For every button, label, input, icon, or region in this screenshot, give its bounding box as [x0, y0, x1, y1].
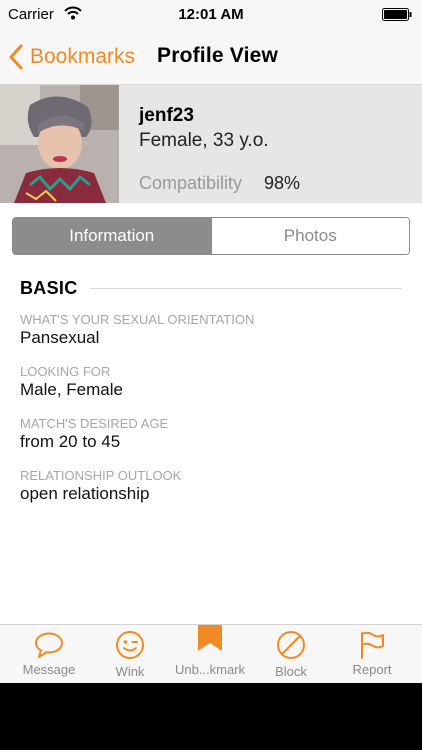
- avatar-photo: [0, 85, 119, 203]
- tab-label: Wink: [115, 664, 145, 679]
- field-value: Pansexual: [20, 328, 100, 347]
- section-title: BASIC: [20, 278, 78, 298]
- gender-age: Female, 33 y.o.: [139, 130, 269, 151]
- field-label: WHAT'S YOUR SEXUAL ORIENTATION: [20, 312, 255, 327]
- tab-bar: Message Wink Unb...kmark Block Report: [0, 624, 422, 683]
- tab-message[interactable]: Message: [7, 625, 91, 683]
- compatibility-value: 98%: [264, 173, 301, 193]
- chat-bubble-icon: [35, 632, 63, 658]
- tab-label: Unb...kmark: [174, 662, 246, 677]
- back-chevron-icon: [9, 44, 23, 70]
- tab-wink[interactable]: Wink: [88, 625, 172, 683]
- compatibility-label: Compatibility: [139, 173, 243, 193]
- wink-face-icon: [116, 631, 144, 659]
- clock: 12:01 AM: [178, 6, 244, 23]
- field-value: from 20 to 45: [20, 432, 121, 451]
- section-divider: [90, 288, 402, 289]
- profile-view-screen: Carrier 12:01 AM Bookmarks Profile View: [0, 0, 422, 683]
- status-bar: Carrier 12:01 AM: [0, 0, 422, 30]
- block-icon: [277, 631, 305, 659]
- field-label: RELATIONSHIP OUTLOOK: [20, 468, 182, 483]
- tab-block[interactable]: Block: [249, 625, 333, 683]
- field-relationship-outlook: RELATIONSHIP OUTLOOK open relationship: [20, 468, 410, 504]
- tab-unbookmark[interactable]: Unb...kmark: [168, 625, 252, 683]
- battery-icon: [382, 8, 412, 21]
- flag-icon: [361, 631, 384, 659]
- tab-label: Block: [275, 664, 307, 679]
- field-value: open relationship: [20, 484, 150, 503]
- bookmark-icon: [198, 625, 222, 651]
- field-looking-for: LOOKING FOR Male, Female: [20, 364, 410, 400]
- tab-label: Report: [352, 662, 392, 677]
- field-sexual-orientation: WHAT'S YOUR SEXUAL ORIENTATION Pansexual: [20, 312, 410, 348]
- field-value: Male, Female: [20, 380, 123, 399]
- profile-header: jenf23 Female, 33 y.o. Compatibility 98%: [0, 85, 422, 203]
- back-label: Bookmarks: [30, 45, 136, 68]
- field-label: MATCH'S DESIRED AGE: [20, 416, 169, 431]
- navigation-bar: Bookmarks Profile View: [0, 30, 422, 85]
- tab-report[interactable]: Report: [330, 625, 414, 683]
- avatar[interactable]: [0, 85, 119, 203]
- page-title: Profile View: [157, 44, 279, 67]
- field-label: LOOKING FOR: [20, 364, 111, 379]
- back-button[interactable]: Bookmarks: [8, 40, 135, 74]
- segment-information[interactable]: Information: [13, 218, 211, 254]
- segment-photos[interactable]: Photos: [210, 218, 409, 254]
- tab-label: Message: [22, 662, 76, 677]
- username: jenf23: [139, 105, 194, 126]
- segmented-control: Information Photos: [12, 217, 410, 255]
- field-desired-age: MATCH'S DESIRED AGE from 20 to 45: [20, 416, 410, 452]
